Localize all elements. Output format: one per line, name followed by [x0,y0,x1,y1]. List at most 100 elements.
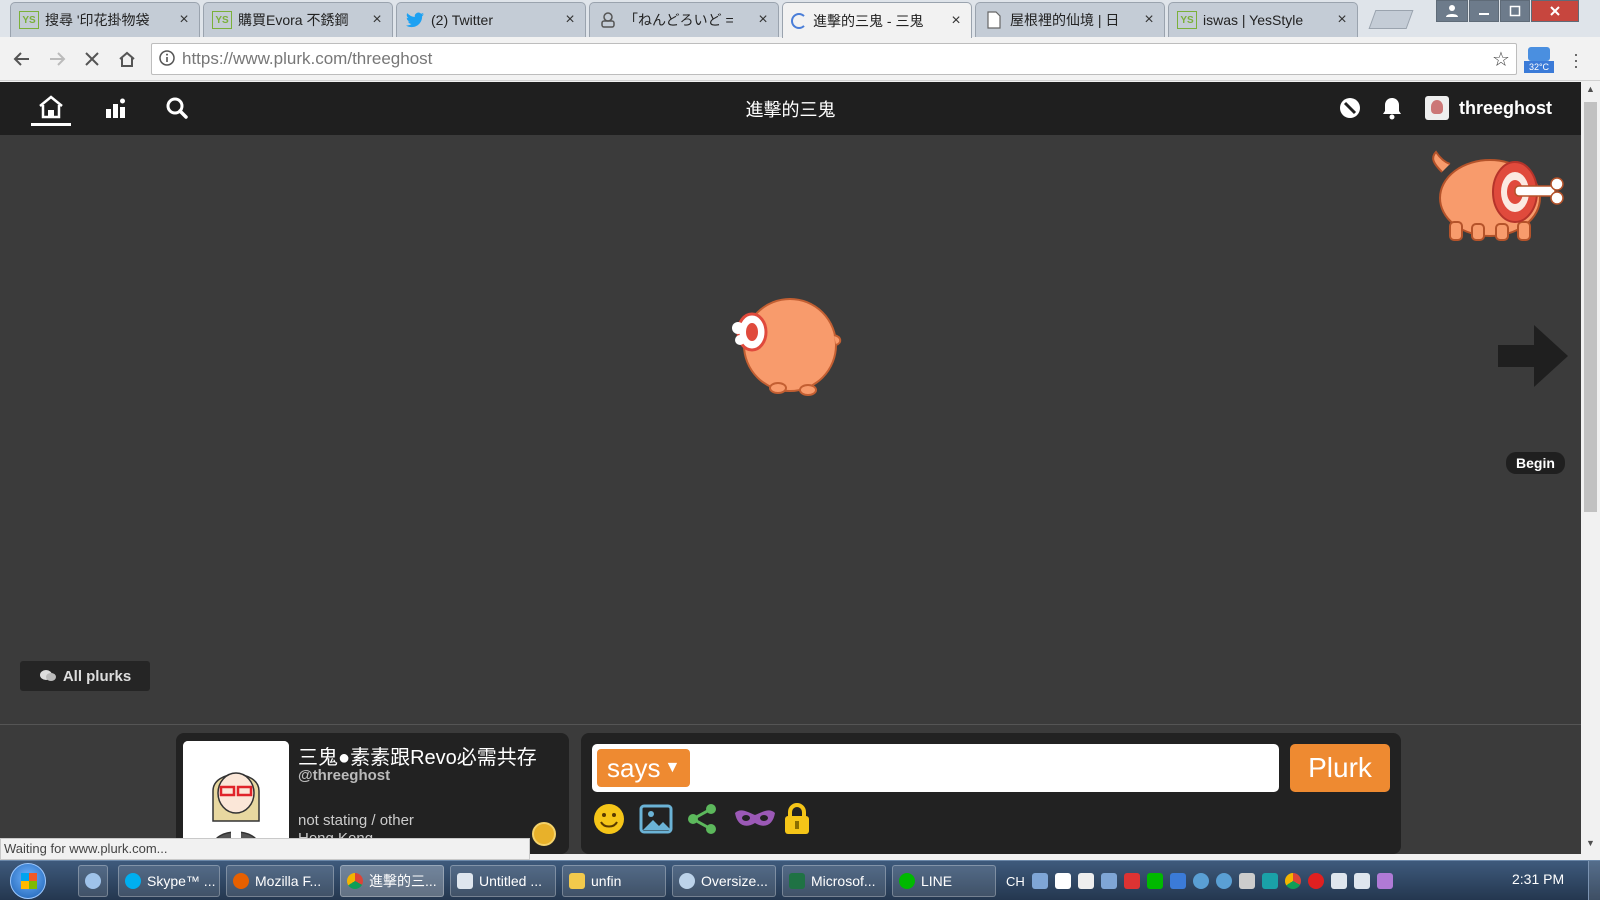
language-indicator[interactable]: CH [1006,874,1025,889]
yesstyle-icon: YS [19,11,39,29]
tray-app-icon[interactable] [1238,873,1255,889]
taskbar-button-active[interactable]: 進擊的三... [340,865,444,897]
all-plurks-filter[interactable]: All plurks [20,661,150,691]
profile-card: 三鬼●素素跟Revo必需共存 @threeghost not stating /… [176,733,569,854]
browser-tab[interactable]: 「ねんどろいど = × [589,2,779,37]
ime-settings-icon[interactable] [1100,873,1117,889]
plurk-input[interactable]: says ▼ [592,744,1279,792]
maximize-button[interactable] [1500,0,1530,22]
anonymous-mask-icon[interactable] [732,801,778,837]
stop-button[interactable] [78,45,106,73]
search-icon [679,873,695,889]
begin-arrow-icon[interactable] [1496,323,1570,389]
line-icon [899,873,915,889]
system-tray: CH [1006,867,1393,895]
scroll-down-icon[interactable]: ▼ [1581,838,1600,848]
karma-badge-icon[interactable] [532,822,556,846]
share-icon[interactable] [685,801,721,837]
chrome-tray-icon[interactable] [1284,873,1301,889]
tray-app-icon[interactable] [1215,873,1232,889]
profile-status: not stating / other [298,812,414,829]
back-button[interactable] [8,45,36,73]
anniversary-icon[interactable] [1330,90,1370,126]
minimize-button[interactable] [1469,0,1499,22]
taskbar-label: Microsof... [811,873,876,889]
windows-taskbar: Skype™ ... Mozilla F... 進擊的三... Untitled… [0,860,1600,900]
tab-close-icon[interactable]: × [949,12,963,30]
chevron-down-icon: ▼ [664,759,681,776]
tab-close-icon[interactable]: × [563,11,577,29]
bookmark-star-icon[interactable]: ☆ [1486,47,1516,72]
tray-app-icon[interactable] [1376,873,1393,889]
show-desktop-quicklaunch-icon[interactable] [78,865,108,897]
tray-app-icon[interactable] [1307,873,1324,889]
address-bar[interactable]: https://www.plurk.com/threeghost ☆ [151,43,1517,75]
username: threeghost [1459,97,1553,118]
address-url[interactable]: https://www.plurk.com/threeghost [182,49,1486,69]
browser-tab[interactable]: (2) Twitter × [396,2,586,37]
ime-mode-icon[interactable] [1054,873,1071,889]
taskbar-button[interactable]: LINE [892,865,996,897]
plurk-submit-button[interactable]: Plurk [1290,744,1390,792]
lock-privacy-icon[interactable] [779,801,815,837]
home-button[interactable] [113,45,141,73]
weather-extension-icon[interactable]: 32°C [1524,47,1554,75]
forward-button[interactable] [43,45,71,73]
tab-close-icon[interactable]: × [177,11,191,29]
tab-close-icon[interactable]: × [370,11,384,29]
browser-tab[interactable]: 屋根裡的仙境 | 日 × [975,2,1165,37]
close-window-button[interactable] [1531,0,1579,22]
ime-width-icon[interactable] [1077,873,1094,889]
taskbar-label: LINE [921,873,953,889]
twitter-icon [405,11,425,29]
tray-app-icon[interactable] [1261,873,1278,889]
taskbar-label: Oversize... [701,873,768,889]
loading-icon [791,12,807,29]
taskbar-button[interactable]: Microsof... [782,865,886,897]
taskbar-label: 進擊的三... [369,873,437,889]
scrollbar-thumb[interactable] [1584,102,1597,512]
user-menu[interactable]: threeghost [1425,96,1552,120]
timeline-area[interactable]: Begin All plurks [0,135,1581,725]
profile-icon[interactable] [1436,0,1468,22]
tray-app-icon[interactable] [1192,873,1209,889]
tab-close-icon[interactable]: × [1335,11,1349,29]
browser-toolbar: https://www.plurk.com/threeghost ☆ 32°C … [0,37,1600,81]
volume-icon[interactable] [1353,873,1370,889]
tray-app-icon[interactable] [1169,873,1186,889]
taskbar-clock[interactable]: 2:31 PM [1512,871,1564,887]
yesstyle-icon: YS [1177,11,1197,29]
tab-close-icon[interactable]: × [756,11,770,29]
image-upload-icon[interactable] [638,801,674,837]
line-tray-icon[interactable] [1146,873,1163,889]
show-desktop-button[interactable] [1588,861,1600,900]
profile-display-name: 三鬼●素素跟Revo必需共存 [298,747,537,769]
avatar[interactable] [183,741,289,847]
tab-title: (2) Twitter [431,12,493,28]
ime-icon[interactable] [1031,873,1048,889]
taskbar-button[interactable]: Skype™ ... [118,865,220,897]
begin-button[interactable]: Begin [1506,452,1565,474]
new-tab-button[interactable] [1368,10,1414,29]
taskbar-button[interactable]: unfin [562,865,666,897]
tab-title: 「ねんどろいど = [624,12,734,28]
site-info-icon[interactable] [152,49,182,69]
network-icon[interactable] [1330,873,1347,889]
browser-tab[interactable]: YS 購買Evora 不銹鋼 × [203,2,393,37]
browser-tab-active[interactable]: 進擊的三鬼 - 三鬼 × [782,2,972,38]
page-scrollbar[interactable]: ▲ ▼ [1581,82,1600,854]
browser-menu-icon[interactable]: · · · [1566,45,1586,75]
tab-close-icon[interactable]: × [1142,11,1156,29]
scroll-up-icon[interactable]: ▲ [1581,84,1600,94]
browser-tab[interactable]: YS 搜尋 '印花掛物袋 × [10,2,200,37]
qualifier-dropdown[interactable]: says ▼ [597,749,691,787]
taskbar-button[interactable]: Untitled ... [450,865,556,897]
start-button[interactable] [10,863,46,899]
profile-handle[interactable]: @threeghost [298,767,390,784]
emoticon-icon[interactable] [591,801,627,837]
browser-tab[interactable]: YS iswas | YesStyle × [1168,2,1358,37]
notification-bell-icon[interactable] [1372,90,1412,126]
taskbar-button[interactable]: Mozilla F... [226,865,334,897]
taskbar-button[interactable]: Oversize... [672,865,776,897]
tray-app-icon[interactable] [1123,873,1140,889]
